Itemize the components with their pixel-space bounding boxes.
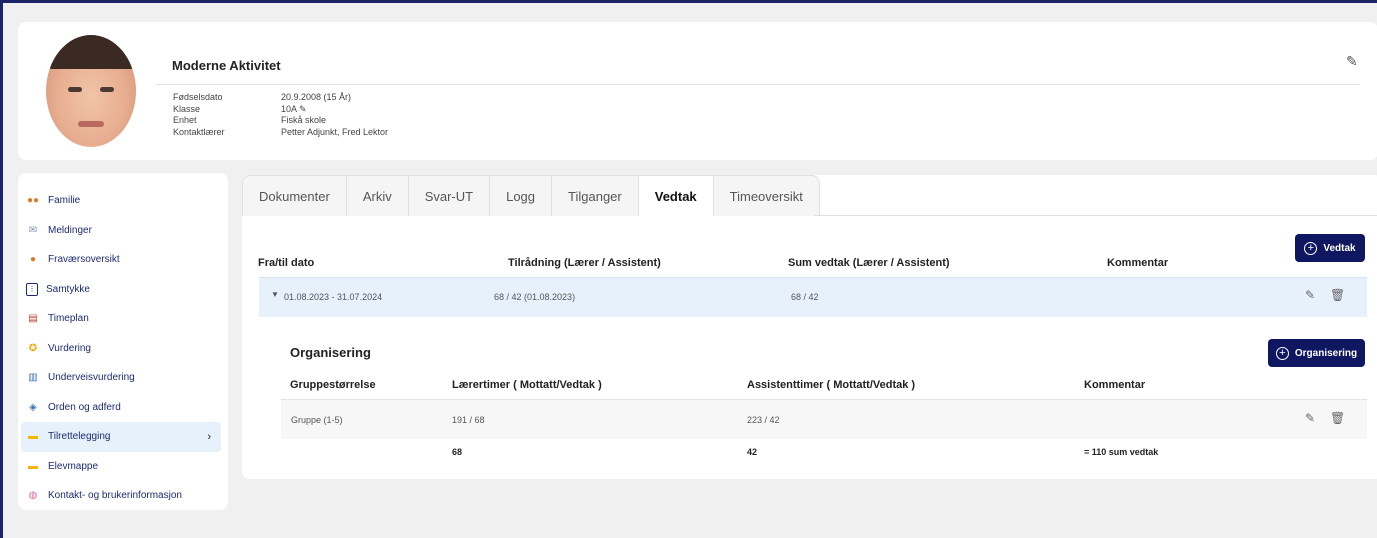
col-header-group: Gruppestørrelse bbox=[290, 379, 376, 391]
tab-svar-ut[interactable]: Svar-UT bbox=[408, 176, 491, 216]
sidebar-item-fravaersoversikt[interactable]: ● Fraværsoversikt bbox=[18, 245, 228, 275]
student-folder-icon: ▬ bbox=[28, 460, 38, 472]
organisering-title: Organisering bbox=[290, 345, 371, 360]
tab-arkiv[interactable]: Arkiv bbox=[346, 176, 409, 216]
info-values: 20.9.2008 (15 År) 10A ✎ Fiskå skole Pett… bbox=[281, 92, 389, 137]
student-header: Moderne Aktivitet ✎ Fødselsdato Klasse E… bbox=[18, 22, 1377, 160]
col-header-period: Fra/til dato bbox=[258, 257, 315, 269]
row-sum: 68 / 42 bbox=[791, 292, 819, 302]
consent-icon: ⋮ bbox=[26, 282, 38, 296]
medal-icon: ✪ bbox=[28, 342, 38, 354]
sidebar: ●● Familie ✉ Meldinger ● Fraværsoversikt… bbox=[18, 173, 228, 510]
row-teacher-hours: 191 / 68 bbox=[452, 415, 485, 425]
tab-dokumenter[interactable]: Dokumenter bbox=[243, 176, 347, 216]
tab-vedtak[interactable]: Vedtak bbox=[638, 176, 714, 216]
tab-tilganger[interactable]: Tilganger bbox=[552, 176, 639, 216]
plus-circle-icon: + bbox=[1304, 241, 1318, 255]
main-panel: Dokumenter Arkiv Svar-UT Logg Tilganger … bbox=[242, 175, 1377, 479]
row-recommendation: 68 / 42 (01.08.2023) bbox=[494, 292, 576, 302]
col-header-teacher-hours: Lærertimer ( Mottatt/Vedtak ) bbox=[452, 379, 602, 391]
tab-timeoversikt[interactable]: Timeoversikt bbox=[713, 176, 819, 216]
trash-icon[interactable]: 🗑 bbox=[1330, 411, 1345, 425]
folder-icon: ▬ bbox=[28, 431, 38, 443]
col-header-recommendation: Tilrådning (Lærer / Assistent) bbox=[508, 257, 661, 269]
sidebar-item-familie[interactable]: ●● Familie bbox=[18, 186, 228, 216]
sidebar-item-orden-og-adferd[interactable]: ◈ Orden og adferd bbox=[18, 393, 228, 423]
edit-icon[interactable]: ✎ bbox=[1305, 411, 1315, 425]
chevron-right-icon: › bbox=[207, 430, 211, 443]
tab-logg[interactable]: Logg bbox=[490, 176, 553, 216]
total-teacher: 68 bbox=[452, 447, 463, 457]
sidebar-item-tilrettelegging[interactable]: ▬ Tilrettelegging › bbox=[21, 422, 221, 452]
info-labels: Fødselsdato Klasse Enhet Kontaktlærer bbox=[173, 92, 225, 137]
mail-icon: ✉ bbox=[28, 224, 38, 236]
add-vedtak-button[interactable]: + Vedtak bbox=[1295, 234, 1365, 262]
row-assistant-hours: 223 / 42 bbox=[747, 415, 780, 425]
sidebar-item-timeplan[interactable]: ▤ Timeplan bbox=[18, 304, 228, 334]
behavior-icon: ◈ bbox=[29, 401, 37, 413]
avatar bbox=[46, 35, 136, 147]
col-header-sum: Sum vedtak (Lærer / Assistent) bbox=[788, 257, 950, 269]
trash-icon[interactable]: 🗑 bbox=[1330, 288, 1345, 302]
col-header-org-comment: Kommentar bbox=[1084, 379, 1146, 391]
plus-circle-icon: + bbox=[1275, 346, 1289, 360]
family-icon: ●● bbox=[26, 195, 40, 207]
row-period: 01.08.2023 - 31.07.2024 bbox=[284, 292, 383, 302]
add-organisering-button[interactable]: + Organisering bbox=[1268, 339, 1365, 367]
tab-bar: Dokumenter Arkiv Svar-UT Logg Tilganger … bbox=[242, 175, 820, 216]
total-assistant: 42 bbox=[747, 447, 758, 457]
sidebar-item-vurdering[interactable]: ✪ Vurdering bbox=[18, 334, 228, 364]
table-row[interactable] bbox=[281, 399, 1367, 439]
contact-icon: ◍ bbox=[28, 490, 38, 502]
notebook-icon: ▥ bbox=[28, 372, 38, 384]
expand-toggle-icon[interactable]: ▼ bbox=[271, 290, 279, 299]
total-sum: = 110 sum vedtak bbox=[1084, 447, 1159, 457]
sidebar-item-meldinger[interactable]: ✉ Meldinger bbox=[18, 216, 228, 246]
header-divider bbox=[155, 84, 1360, 85]
edit-icon[interactable]: ✎ bbox=[1346, 53, 1358, 70]
tab-underline bbox=[814, 215, 1377, 216]
absence-icon: ● bbox=[29, 254, 37, 266]
row-group: Gruppe (1-5) bbox=[291, 415, 343, 425]
col-header-assistant-hours: Assistenttimer ( Mottatt/Vedtak ) bbox=[747, 379, 916, 391]
sidebar-item-elevmappe[interactable]: ▬ Elevmappe bbox=[18, 452, 228, 482]
sidebar-item-samtykke[interactable]: ⋮ Samtykke bbox=[18, 275, 228, 305]
timetable-icon: ▤ bbox=[28, 313, 38, 325]
col-header-comment: Kommentar bbox=[1107, 257, 1169, 269]
student-name: Moderne Aktivitet bbox=[172, 58, 281, 73]
sidebar-item-kontakt[interactable]: ◍ Kontakt- og brukerinformasjon bbox=[18, 481, 228, 511]
sidebar-item-underveisvurdering[interactable]: ▥ Underveisvurdering bbox=[18, 363, 228, 393]
edit-icon[interactable]: ✎ bbox=[1305, 288, 1315, 302]
